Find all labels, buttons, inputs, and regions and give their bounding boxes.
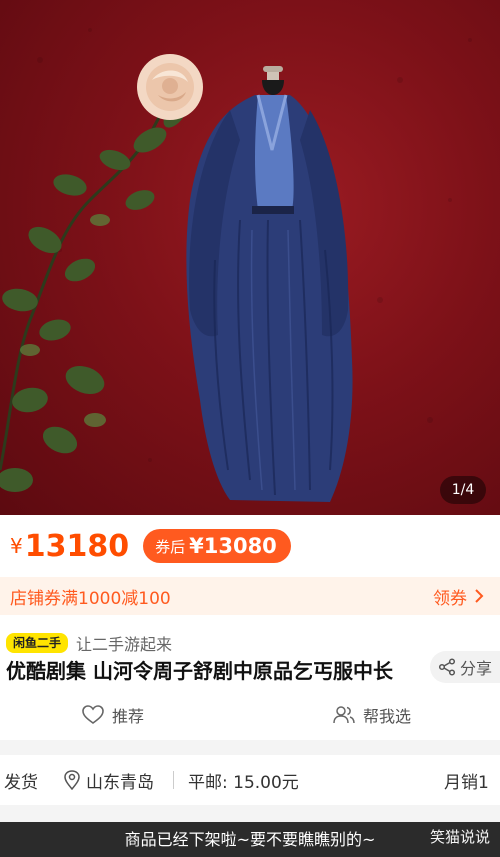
listing-title: 优酷剧集 山河令周子舒剧中原品乞丐服中长	[6, 659, 393, 683]
shipping-divider	[173, 771, 174, 789]
listing-title-block: 闲鱼二手 让二手游起来 优酷剧集 山河令周子舒剧中原品乞丐服中长 分享	[0, 615, 500, 690]
product-image[interactable]: 1/4	[0, 0, 500, 515]
chevron-right-icon	[475, 589, 484, 603]
help-choose-label: 帮我选	[363, 707, 412, 726]
recommend-button[interactable]: 推荐	[82, 703, 144, 727]
users-icon	[333, 706, 355, 724]
watermark-text: 笑猫说说	[429, 828, 490, 846]
shipping-location-text: 山东青岛	[86, 772, 154, 793]
watermark: 笑猫说说	[430, 826, 490, 847]
shop-coupon-row[interactable]: 店铺券满1000减100 领券	[0, 577, 500, 615]
shipping-row: 发货 山东青岛 平邮: 15.00元 月销1	[0, 755, 500, 805]
heart-icon	[82, 705, 104, 724]
gallery-counter: 1/4	[440, 476, 486, 504]
shipping-label: 发货	[4, 772, 38, 793]
share-button[interactable]: 分享	[430, 651, 500, 683]
action-row: 推荐 帮我选	[0, 690, 500, 740]
image-caption: 商品已经下架啦~要不要瞧瞧别的~	[0, 822, 500, 857]
share-icon	[438, 658, 456, 676]
coupon-price: ¥13080	[189, 534, 277, 558]
monthly-sales: 月销1	[444, 772, 489, 793]
shop-coupon-text: 店铺券满1000减100	[10, 588, 171, 609]
platform-tag-line: 闲鱼二手 让二手游起来	[6, 631, 172, 655]
share-label: 分享	[459, 659, 492, 678]
product-photo-illustration	[0, 28, 472, 502]
help-choose-button[interactable]: 帮我选	[333, 703, 411, 727]
price-amount: 13180	[24, 528, 130, 564]
shipping-location: 山东青岛	[64, 768, 154, 793]
platform-badge: 闲鱼二手	[6, 633, 69, 653]
price-row: ¥ 13180 券后 ¥13080	[0, 515, 500, 577]
price-currency: ¥	[10, 534, 23, 558]
coupon-price-badge: 券后 ¥13080	[143, 529, 291, 563]
claim-coupon-label: 领券	[433, 588, 467, 609]
platform-tagline: 让二手游起来	[76, 635, 173, 654]
recommend-label: 推荐	[112, 707, 145, 726]
coupon-label: 券后	[155, 537, 186, 556]
shipping-postage: 平邮: 15.00元	[188, 772, 299, 793]
location-pin-icon	[64, 770, 80, 790]
claim-coupon-button[interactable]: 领券	[433, 584, 484, 609]
